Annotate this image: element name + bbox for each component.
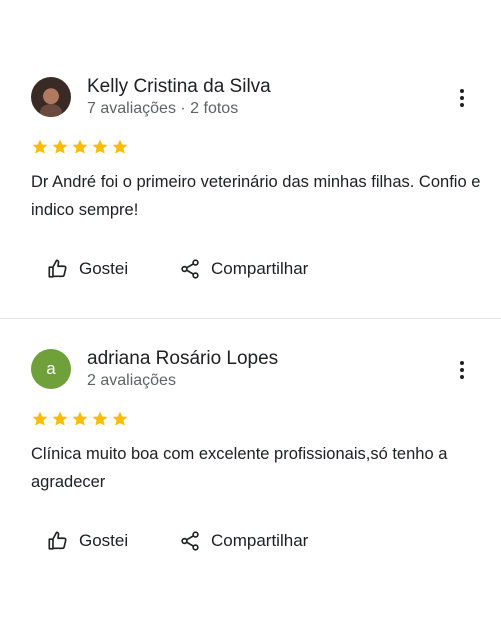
star-icon bbox=[32, 411, 48, 426]
like-button[interactable]: Gostei bbox=[47, 527, 128, 555]
review-text: Dr André foi o primeiro veterinário das … bbox=[31, 173, 481, 219]
star-icon bbox=[92, 139, 108, 154]
review-actions: Gostei Compartilhar bbox=[0, 527, 501, 555]
star-icon bbox=[72, 411, 88, 426]
star-icon bbox=[52, 411, 68, 426]
more-options-button[interactable] bbox=[446, 84, 478, 112]
star-icon bbox=[72, 139, 88, 154]
divider bbox=[0, 318, 501, 319]
reviewer-meta: 7 avaliações · 2 fotos bbox=[87, 100, 239, 117]
thumb-up-icon bbox=[48, 259, 67, 278]
star-rating bbox=[31, 410, 129, 428]
star-icon bbox=[112, 411, 128, 426]
reviewer-meta: 2 avaliações bbox=[87, 372, 176, 389]
like-button[interactable]: Gostei bbox=[47, 255, 128, 283]
reviewer-name[interactable]: adriana Rosário Lopes bbox=[87, 348, 278, 370]
more-options-button[interactable] bbox=[446, 356, 478, 384]
share-button[interactable]: Compartilhar bbox=[179, 255, 308, 283]
share-button[interactable]: Compartilhar bbox=[179, 527, 308, 555]
star-icon bbox=[32, 139, 48, 154]
review-actions: Gostei Compartilhar bbox=[0, 255, 501, 283]
avatar[interactable]: a bbox=[31, 349, 71, 389]
thumb-up-icon bbox=[48, 531, 67, 550]
more-vert-icon bbox=[460, 361, 464, 365]
like-label: Gostei bbox=[79, 531, 129, 550]
share-icon bbox=[181, 531, 199, 551]
reviewer-name[interactable]: Kelly Cristina da Silva bbox=[87, 76, 271, 98]
more-vert-icon bbox=[460, 89, 464, 93]
star-icon bbox=[92, 411, 108, 426]
star-icon bbox=[112, 139, 128, 154]
star-rating bbox=[31, 138, 129, 156]
share-label: Compartilhar bbox=[211, 531, 309, 550]
share-icon bbox=[181, 259, 199, 279]
review-text: Clínica muito boa com excelente profissi… bbox=[31, 445, 448, 491]
avatar[interactable] bbox=[31, 77, 71, 117]
star-icon bbox=[52, 139, 68, 154]
like-label: Gostei bbox=[79, 259, 129, 278]
share-label: Compartilhar bbox=[211, 259, 309, 278]
